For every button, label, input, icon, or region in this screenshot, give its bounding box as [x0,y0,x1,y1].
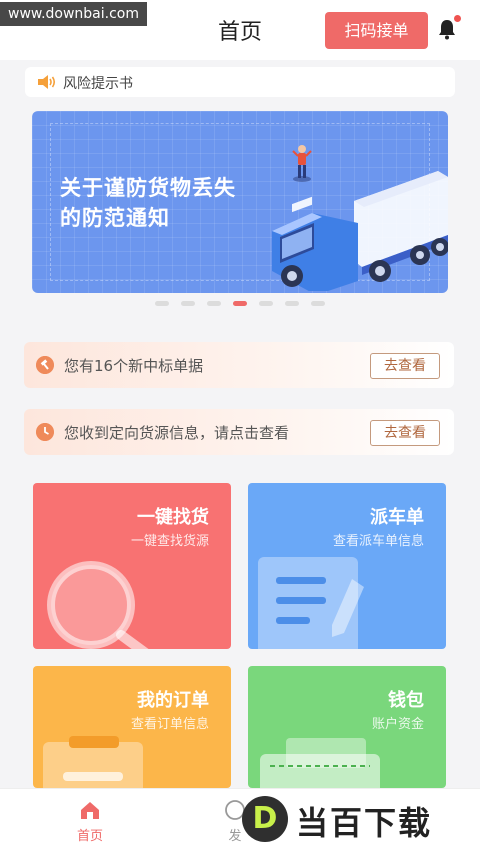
promo-banner[interactable]: 关于谨防货物丢失 的防范通知 [32,111,448,293]
document-edit-icon [258,557,364,649]
directed-source-alert-text: 您收到定向货源信息，请点击查看 [64,424,290,442]
find-cargo-card[interactable]: 一键找货 一键查找货源 [33,483,231,649]
dispatch-subtitle: 查看派车单信息 [332,534,424,549]
brand-logo-mark: D [242,796,288,842]
wallet-subtitle: 账户资金 [371,717,424,732]
carousel-dot[interactable] [207,301,221,306]
wallet-title: 钱包 [388,690,424,711]
watermark: www.downbai.com [0,2,147,26]
carousel-dot[interactable] [155,301,169,306]
wallet-icon [260,738,380,788]
carousel-dot[interactable] [285,301,299,306]
wallet-card[interactable]: 钱包 账户资金 [248,666,446,788]
banner-headline: 关于谨防货物丢失 的防范通知 [60,173,280,233]
home-icon [81,802,99,819]
carousel-dot[interactable] [259,301,273,306]
banner-line-1: 关于谨防货物丢失 [60,176,236,200]
my-orders-card[interactable]: 我的订单 查看订单信息 [33,666,231,788]
find-cargo-subtitle: 一键查找货源 [130,534,209,549]
brand-logo: D 当百下载 [236,790,480,850]
banner-line-2: 的防范通知 [60,206,170,230]
my-orders-subtitle: 查看订单信息 [130,717,209,732]
view-source-button[interactable]: 去查看 [370,420,440,446]
carousel-dot-active[interactable] [233,301,247,306]
clock-icon [36,423,54,441]
risk-notice-bar[interactable]: 风险提示书 [25,67,455,97]
speaker-icon [38,75,56,89]
carousel-dot[interactable] [311,301,325,306]
carousel-dot[interactable] [181,301,195,306]
new-bid-alert[interactable]: 您有16个新中标单据 去查看 [24,342,454,388]
magnifier-icon [47,561,149,649]
tab-home[interactable]: 首页 [45,799,135,844]
my-orders-title: 我的订单 [137,690,209,711]
truck-illustration [272,145,448,291]
notice-text: 风险提示书 [63,76,133,92]
directed-source-alert[interactable]: 您收到定向货源信息，请点击查看 去查看 [24,409,454,455]
view-bids-button[interactable]: 去查看 [370,353,440,379]
notification-dot [454,15,461,22]
new-bid-alert-text: 您有16个新中标单据 [64,357,204,375]
dispatch-card[interactable]: 派车单 查看派车单信息 [248,483,446,649]
brand-logo-text: 当百下载 [296,804,433,842]
hammer-icon [36,356,54,374]
scan-order-button[interactable]: 扫码接单 [325,12,428,49]
dispatch-title: 派车单 [370,507,424,528]
find-cargo-title: 一键找货 [137,507,209,528]
tab-home-label: 首页 [76,829,103,844]
clipboard-icon [43,736,143,788]
